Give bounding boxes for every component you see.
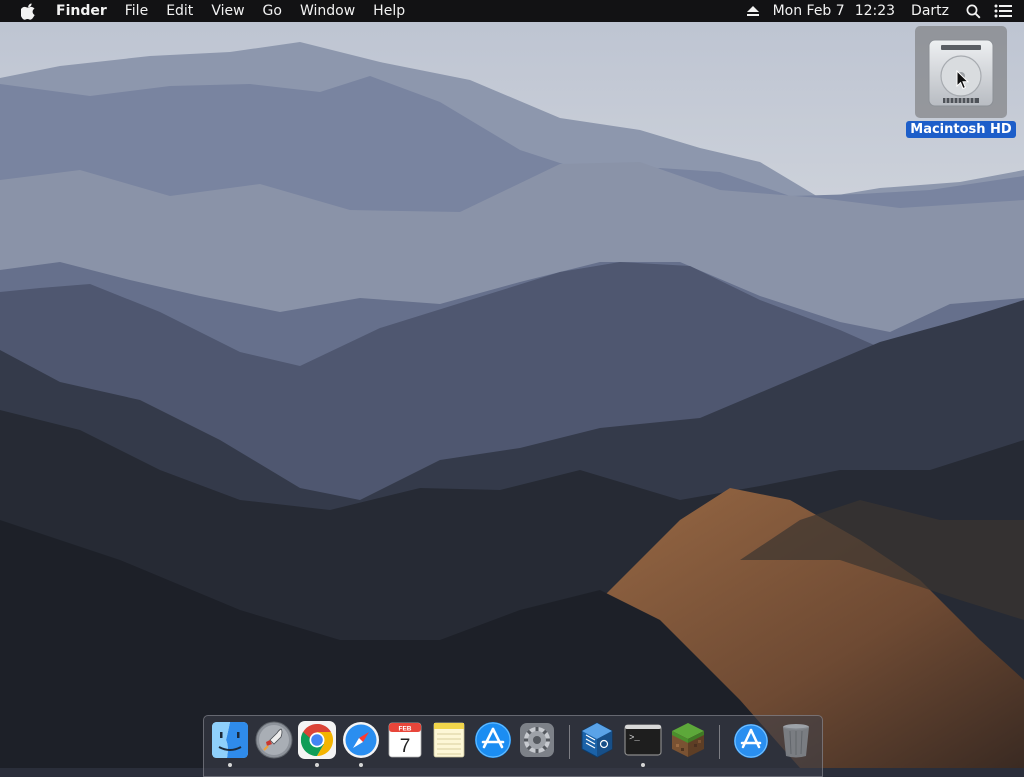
minecraft-icon: [672, 723, 704, 757]
launchpad-icon: [255, 721, 293, 759]
dock-finder[interactable]: [210, 720, 250, 760]
running-indicator: [641, 763, 645, 767]
applications-folder-icon: [734, 724, 768, 758]
calendar-month: FEB: [399, 726, 412, 733]
calendar-day: 7: [400, 736, 411, 757]
dock-launchpad[interactable]: [254, 720, 294, 760]
trash-icon: [783, 724, 809, 758]
search-icon[interactable]: [962, 0, 984, 22]
safari-icon: [343, 722, 379, 758]
running-indicator: [228, 763, 232, 767]
running-indicator: [315, 763, 319, 767]
dock-notes[interactable]: [429, 720, 469, 760]
desktop-icon-label[interactable]: Macintosh HD: [906, 121, 1016, 138]
dock-calendar[interactable]: FEB 7: [385, 720, 425, 760]
dock-chrome[interactable]: [297, 720, 337, 760]
notes-icon: [433, 722, 465, 758]
desktop-wallpaper: [0, 0, 1024, 768]
running-indicator: [359, 763, 363, 767]
dock-app-store[interactable]: [473, 720, 513, 760]
terminal-icon: >_: [624, 724, 662, 756]
system-preferences-icon: [520, 723, 554, 757]
menu-bar: Finder File Edit View Go Window Help Mon…: [0, 0, 1024, 22]
dock-system-preferences[interactable]: [517, 720, 557, 760]
dock-terminal[interactable]: >_: [623, 720, 663, 760]
menu-file[interactable]: File: [116, 0, 157, 22]
clock-time[interactable]: 12:23: [850, 0, 900, 22]
eject-icon[interactable]: [742, 0, 764, 22]
clock-date[interactable]: Mon Feb 7: [768, 0, 850, 22]
terminal-prompt: >_: [629, 733, 640, 743]
app-store-icon: [475, 722, 511, 758]
user-menu[interactable]: Dartz: [906, 0, 954, 22]
menu-go[interactable]: Go: [254, 0, 291, 22]
virtualbox-icon: [581, 722, 613, 758]
menu-window[interactable]: Window: [291, 0, 364, 22]
menu-help[interactable]: Help: [364, 0, 414, 22]
finder-icon: [212, 722, 248, 758]
menu-view[interactable]: View: [202, 0, 253, 22]
dock-separator: [569, 725, 570, 759]
dock-virtualbox[interactable]: [577, 720, 617, 760]
dock-separator: [719, 725, 720, 759]
mouse-cursor-icon: [956, 70, 970, 90]
calendar-icon: FEB 7: [388, 722, 422, 758]
apple-logo-icon: [20, 3, 35, 20]
dock-trash[interactable]: [776, 720, 816, 760]
apple-menu-icon[interactable]: [17, 0, 39, 22]
dock-safari[interactable]: [341, 720, 381, 760]
menu-finder[interactable]: Finder: [47, 0, 116, 22]
notification-center-icon[interactable]: [992, 0, 1014, 22]
dock-applications[interactable]: [731, 720, 771, 760]
chrome-icon: [298, 721, 336, 759]
dock-minecraft[interactable]: [668, 720, 708, 760]
menu-edit[interactable]: Edit: [157, 0, 202, 22]
